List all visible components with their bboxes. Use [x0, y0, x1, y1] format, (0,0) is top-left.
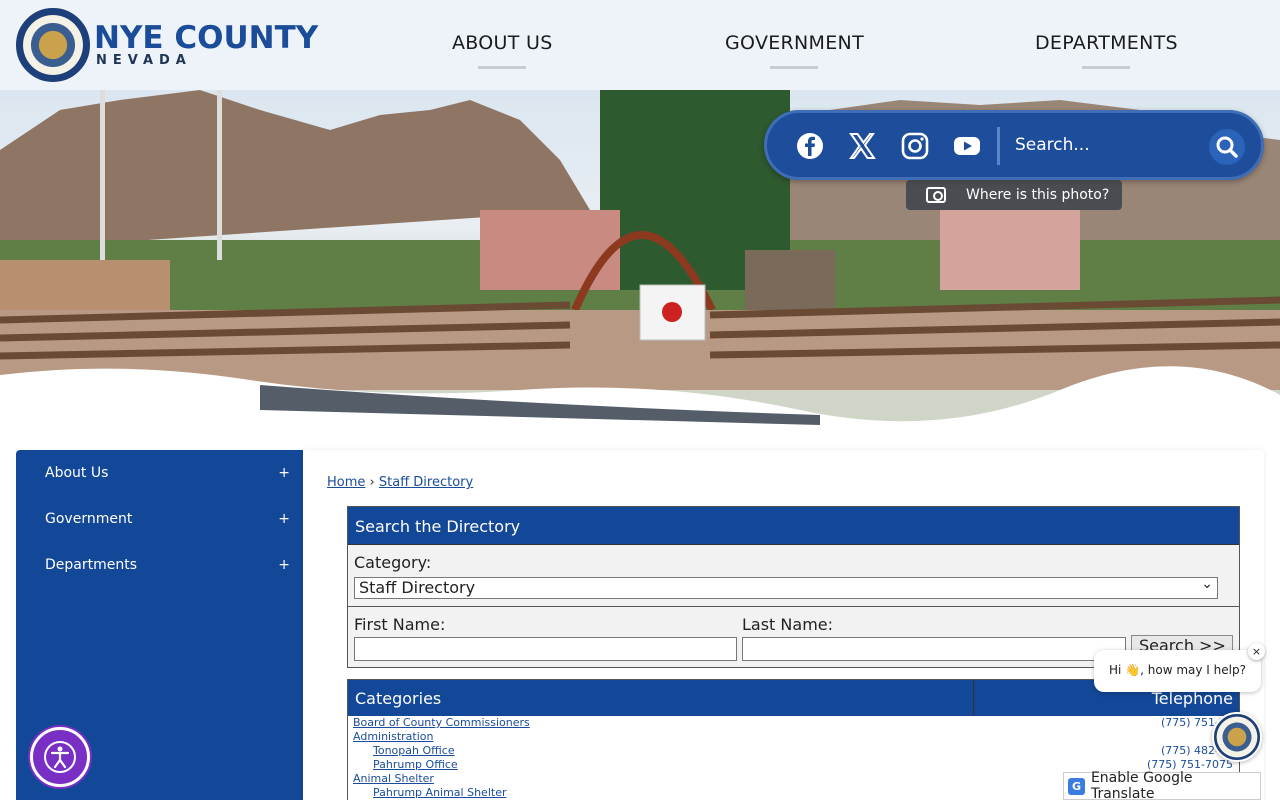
category-link[interactable]: Administration: [353, 730, 434, 744]
social-search-bar: Search...: [764, 110, 1264, 180]
sidebar-item-about-us[interactable]: About Us +: [45, 465, 290, 481]
category-link[interactable]: Pahrump Office: [373, 758, 458, 772]
main-content: Home › Staff Directory Search the Direct…: [303, 450, 1264, 800]
x-icon[interactable]: [847, 131, 877, 161]
table-row: Board of County Commissioners (775) 751-…: [348, 716, 1239, 730]
last-name-field[interactable]: [742, 637, 1126, 661]
nav-about-us[interactable]: ABOUT US: [452, 32, 553, 69]
expand-plus-icon[interactable]: +: [278, 465, 290, 481]
google-translate-icon: G: [1068, 777, 1085, 795]
site-header: NYE COUNTY NEVADA ABOUT US GOVERNMENT DE…: [0, 0, 1280, 90]
table-row: Administration: [348, 730, 1239, 744]
expand-plus-icon[interactable]: +: [278, 557, 290, 573]
nav-departments[interactable]: DEPARTMENTS: [1035, 32, 1178, 69]
category-link[interactable]: Board of County Commissioners: [353, 716, 530, 730]
breadcrumb-staff-directory-link[interactable]: Staff Directory: [379, 475, 473, 490]
chat-greeting-bubble[interactable]: Hi 👋, how may I help?: [1094, 650, 1261, 692]
expand-plus-icon[interactable]: +: [278, 511, 290, 527]
where-is-this-photo-button[interactable]: Where is this photo?: [906, 180, 1122, 210]
search-icon[interactable]: [1207, 127, 1247, 167]
category-link[interactable]: Pahrump Animal Shelter: [373, 786, 506, 800]
breadcrumb-home-link[interactable]: Home: [327, 475, 365, 490]
nav-government[interactable]: GOVERNMENT: [725, 32, 864, 69]
breadcrumb: Home › Staff Directory: [327, 475, 474, 490]
county-seal-icon: [16, 8, 90, 82]
chat-avatar[interactable]: [1212, 712, 1262, 762]
sidebar-item-government[interactable]: Government +: [45, 511, 290, 527]
camera-icon: [926, 187, 946, 203]
categories-header: Categories: [348, 680, 974, 716]
category-label: Category:: [354, 553, 432, 572]
google-translate-button[interactable]: G Enable Google Translate: [1063, 770, 1261, 800]
youtube-icon[interactable]: [952, 131, 982, 161]
bar-divider: [997, 127, 1000, 165]
first-name-label: First Name:: [354, 615, 446, 634]
facebook-icon[interactable]: [795, 131, 825, 161]
site-search-input[interactable]: Search...: [1015, 135, 1090, 155]
category-link[interactable]: Animal Shelter: [353, 772, 434, 786]
directory-search-title: Search the Directory: [348, 507, 1239, 545]
first-name-field[interactable]: [354, 637, 737, 661]
sidebar-item-departments[interactable]: Departments +: [45, 557, 290, 573]
category-link[interactable]: Tonopah Office: [373, 744, 455, 758]
table-row: Tonopah Office (775) 482-81: [348, 744, 1239, 758]
accessibility-button[interactable]: [30, 727, 90, 787]
last-name-label: Last Name:: [742, 615, 834, 634]
accessibility-person-icon: [44, 741, 76, 773]
directory-search-form: Search the Directory Category: Staff Dir…: [347, 506, 1240, 668]
chat-close-icon[interactable]: ×: [1248, 643, 1265, 660]
county-logo[interactable]: NYE COUNTY NEVADA: [16, 8, 318, 82]
hero-banner: Search... Where is this photo?: [0, 90, 1280, 430]
instagram-icon[interactable]: [900, 131, 930, 161]
logo-title: NYE COUNTY: [94, 19, 319, 56]
category-select[interactable]: Staff Directory: [354, 574, 1218, 599]
